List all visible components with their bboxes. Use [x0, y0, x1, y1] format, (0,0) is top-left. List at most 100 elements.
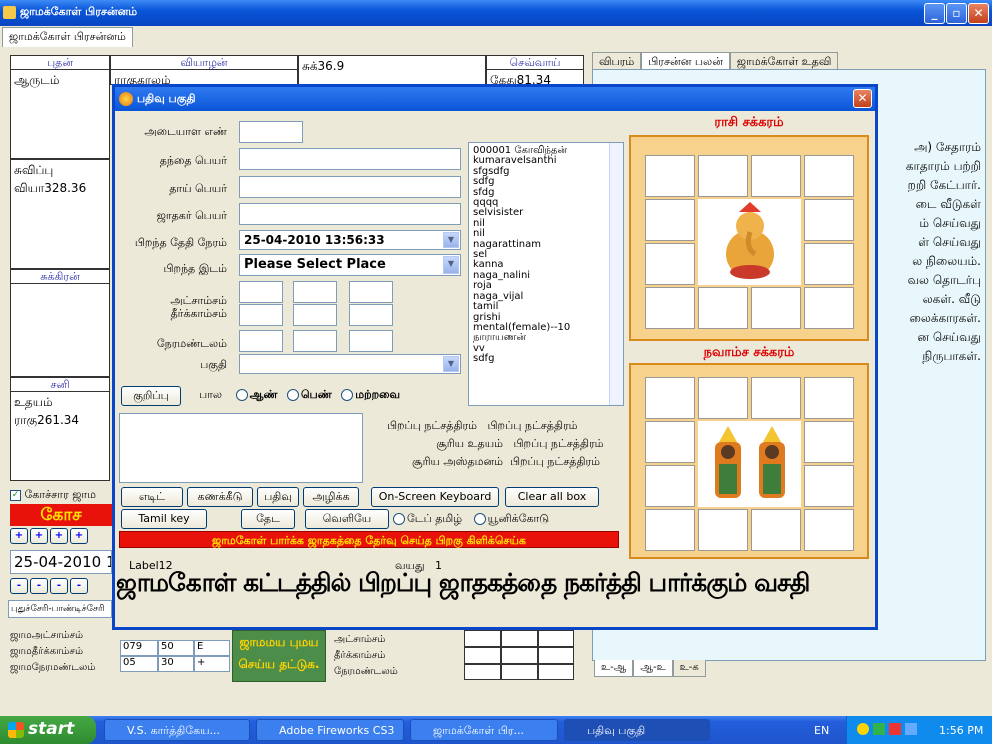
navamsa-house[interactable] [751, 509, 801, 551]
navamsa-house[interactable] [645, 377, 695, 419]
list-item[interactable]: நாராயணன் [473, 332, 619, 343]
list-item[interactable]: sdfg [473, 353, 619, 364]
grid-cell-kavippu[interactable]: சுவிப்பு வியா328.36 [10, 159, 110, 269]
unicode-radio[interactable]: யூனிக்கோடு [473, 512, 549, 525]
note-button[interactable]: குறிப்பு [121, 386, 181, 406]
rasi-house[interactable] [698, 155, 748, 197]
lon-dir-input[interactable] [349, 304, 393, 326]
value-box[interactable] [501, 664, 538, 680]
tape-radio[interactable]: டேப் தமிழ் [393, 512, 462, 525]
list-item[interactable]: selvisister [473, 208, 619, 219]
radio-icon[interactable] [235, 389, 248, 401]
network-icon[interactable] [873, 723, 885, 735]
grid-cell-sani[interactable]: சனி உதயம் ராகு261.34 [10, 377, 110, 481]
rasi-house[interactable] [645, 243, 695, 285]
rasi-house[interactable] [645, 155, 695, 197]
place-field[interactable]: புதுச்சேரி-பாண்டிச்சேரி [8, 600, 112, 618]
radio-icon[interactable] [393, 513, 405, 525]
tamil-keyboard-button[interactable]: Tamil key board [121, 509, 207, 542]
clear-all-button[interactable]: Clear all box [505, 487, 599, 507]
grid-cell-viyazhan[interactable]: வியாழன் ராகுகாலம் [110, 55, 298, 87]
notes-textarea[interactable] [119, 413, 363, 483]
lon-min-input[interactable] [293, 304, 337, 326]
kochara-date-field[interactable]: 25-04-2010 1 [10, 550, 112, 574]
value-box[interactable] [464, 630, 501, 647]
language-indicator[interactable]: EN [814, 724, 829, 737]
delete-button[interactable]: அழிக்க [303, 487, 359, 507]
tz-sign-input[interactable] [349, 330, 393, 352]
tab-u-aa[interactable]: உ-ஆ [594, 660, 634, 677]
tab-jamakkol[interactable]: ஜாமக்கோள் பிரசன்னம் [2, 27, 133, 47]
kochara-checkbox-row[interactable]: ✓ கோச்சார ஜாம [10, 488, 96, 503]
place-select[interactable]: Please Select Place ▼ [239, 254, 461, 276]
grid-cell-sukkiran-left[interactable]: சுக்கிரன் [10, 269, 110, 377]
lat-min-input[interactable] [293, 281, 337, 303]
grid-cell-budhan[interactable]: புதன் ஆருடம் [10, 55, 110, 159]
plus-icon[interactable]: + [10, 528, 28, 544]
tz-hour-input[interactable] [239, 330, 283, 352]
minus-icon[interactable]: - [50, 578, 68, 594]
birthdt-picker[interactable]: 25-04-2010 13:56:33 ▼ [239, 230, 461, 250]
value-box[interactable] [538, 630, 574, 647]
minus-icon[interactable]: - [70, 578, 88, 594]
minus-icon[interactable]: - [30, 578, 48, 594]
grid-cell-sukkiran[interactable]: சுக்36.9 [298, 55, 486, 85]
plus-icon[interactable]: + [70, 528, 88, 544]
mother-input[interactable] [239, 176, 461, 198]
value-box[interactable] [501, 630, 538, 647]
rasi-house[interactable] [751, 287, 801, 329]
display-icon[interactable] [905, 723, 917, 735]
rasi-house[interactable] [698, 287, 748, 329]
radio-icon[interactable] [287, 389, 299, 401]
list-item[interactable]: naga_nalini [473, 270, 619, 281]
navamsa-house[interactable] [645, 465, 695, 507]
rasi-house[interactable] [751, 155, 801, 197]
female-radio[interactable]: பெண் [287, 388, 332, 401]
lat-deg-input[interactable] [239, 281, 283, 303]
list-scrollbar[interactable] [609, 143, 623, 405]
navamsa-house[interactable] [804, 377, 854, 419]
taskbar-item-pathivu[interactable]: பதிவு பகுதி [564, 719, 710, 741]
navamsa-house[interactable] [804, 421, 854, 463]
exit-button[interactable]: வெளியே [305, 509, 389, 529]
navamsa-house[interactable] [698, 509, 748, 551]
list-item[interactable]: tamil [473, 301, 619, 312]
rasi-house[interactable] [645, 287, 695, 329]
calculate-button[interactable]: கணக்கீடு [187, 487, 253, 507]
rasi-house[interactable] [804, 155, 854, 197]
jathakar-input[interactable] [239, 203, 461, 225]
lon-deg-input[interactable] [239, 304, 283, 326]
tab-aa-u[interactable]: ஆ-உ [633, 660, 673, 677]
radio-icon[interactable] [473, 513, 486, 525]
navamsa-house[interactable] [751, 377, 801, 419]
dialog-close-button[interactable]: ✕ [853, 89, 872, 108]
taskbar-item-jamakkol[interactable]: ஜாமக்கோள் பிர... [410, 719, 558, 741]
value-cell[interactable]: E [194, 640, 230, 656]
value-box[interactable] [464, 647, 501, 664]
list-item[interactable]: nil [473, 218, 619, 229]
navamsa-house[interactable] [698, 377, 748, 419]
chevron-down-icon[interactable]: ▼ [443, 256, 459, 274]
rasi-house[interactable] [804, 199, 854, 241]
id-input[interactable] [239, 121, 303, 143]
navamsa-house[interactable] [804, 509, 854, 551]
tray-icon[interactable] [857, 723, 869, 735]
value-box[interactable] [538, 647, 574, 664]
value-box[interactable] [464, 664, 501, 680]
grid-cell-sevvai[interactable]: செவ்வாய் கேது81.34 [486, 55, 584, 87]
lat-dir-input[interactable] [349, 281, 393, 303]
list-item[interactable]: vv [473, 343, 619, 354]
names-list[interactable]: 000001 கோவிந்தன் kumaravelsanthi sfgsdfg… [468, 142, 624, 406]
plus-icon[interactable]: + [30, 528, 48, 544]
plus-icon[interactable]: + [50, 528, 68, 544]
tab-u-ka[interactable]: உ-க [672, 660, 706, 677]
value-cell[interactable]: 05 [120, 656, 158, 672]
other-radio[interactable]: மற்றவை [341, 388, 400, 401]
list-item[interactable]: nagarattinam [473, 239, 619, 250]
minimize-button[interactable]: _ [924, 3, 945, 24]
rasi-house[interactable] [804, 287, 854, 329]
chevron-down-icon[interactable]: ▼ [443, 232, 459, 248]
action-badge[interactable]: ஜாமமய புமய செய்ய தட்டுக. [232, 630, 326, 682]
value-box[interactable] [501, 647, 538, 664]
volume-icon[interactable] [889, 723, 901, 735]
